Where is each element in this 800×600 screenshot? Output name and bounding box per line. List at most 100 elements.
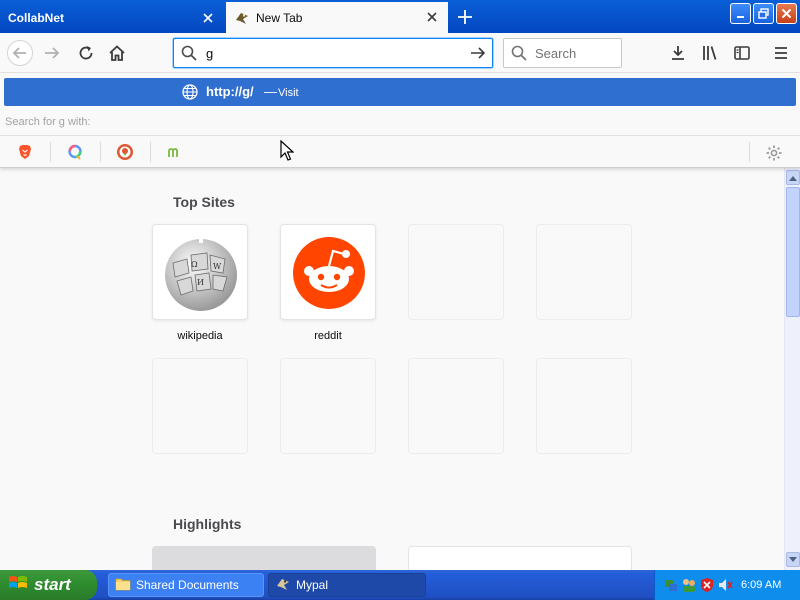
qwant-search-button[interactable] xyxy=(55,140,95,164)
home-icon xyxy=(109,45,125,61)
engine-separator xyxy=(50,142,51,162)
brave-icon xyxy=(19,145,31,159)
visit-url-row[interactable]: http://g/ — Visit xyxy=(4,78,796,106)
library-icon xyxy=(703,46,717,60)
tab-strip: CollabNet New Tab xyxy=(0,0,800,33)
volume-icon[interactable] xyxy=(717,577,733,593)
visit-separator: — xyxy=(264,84,277,99)
security-shield-icon[interactable] xyxy=(699,577,715,593)
svg-text:Ω: Ω xyxy=(191,260,198,269)
engine-separator xyxy=(100,142,101,162)
empty-top-site-slot[interactable] xyxy=(536,224,632,320)
tab-new-tab[interactable]: New Tab xyxy=(226,2,448,33)
mypal-icon xyxy=(275,576,291,595)
empty-top-site-slot[interactable] xyxy=(280,358,376,454)
engine-separator xyxy=(150,142,151,162)
forward-arrow-icon xyxy=(45,47,60,59)
menu-button[interactable] xyxy=(767,39,795,67)
task-label: Shared Documents xyxy=(136,578,239,592)
minimize-button[interactable] xyxy=(730,3,751,24)
gear-icon xyxy=(766,145,782,161)
navigation-bar xyxy=(0,33,800,73)
url-input[interactable] xyxy=(206,43,456,63)
highlight-card-placeholder xyxy=(408,546,632,570)
url-bar[interactable] xyxy=(173,38,493,68)
search-icon xyxy=(511,45,527,64)
one-off-search-engines xyxy=(0,135,800,167)
brave-search-button[interactable] xyxy=(5,140,45,164)
sidebar-button[interactable] xyxy=(728,39,756,67)
close-tab-icon[interactable] xyxy=(424,9,440,25)
close-window-button[interactable] xyxy=(776,3,797,24)
scroll-down-button[interactable] xyxy=(786,552,800,567)
top-site-reddit[interactable] xyxy=(280,224,376,320)
windows-logo-icon xyxy=(8,574,28,597)
empty-top-site-slot[interactable] xyxy=(536,358,632,454)
wikipedia-globe-icon: Ω W И xyxy=(165,237,237,311)
plus-icon xyxy=(458,10,472,24)
library-button[interactable] xyxy=(696,39,724,67)
new-tab-button[interactable] xyxy=(452,4,478,30)
go-arrow-button[interactable] xyxy=(468,43,488,63)
forward-button[interactable] xyxy=(38,39,66,67)
taskbar-button-shared-documents[interactable]: Shared Documents xyxy=(108,573,264,597)
scroll-thumb[interactable] xyxy=(786,187,800,317)
scroll-up-arrow-icon xyxy=(789,175,797,181)
folder-icon xyxy=(115,577,131,594)
highlights-heading: Highlights xyxy=(173,516,242,532)
url-autocomplete-popup: http://g/ — Visit Search for g with: xyxy=(0,74,800,168)
downloads-button[interactable] xyxy=(664,39,692,67)
svg-text:W: W xyxy=(213,262,222,271)
top-sites-heading: Top Sites xyxy=(173,194,235,210)
top-site-wikipedia[interactable]: Ω W И xyxy=(152,224,248,320)
empty-top-site-slot[interactable] xyxy=(408,224,504,320)
new-tab-page: Top Sites Ω W И wikipedia reddit Highlig… xyxy=(0,168,784,570)
restore-button[interactable] xyxy=(753,3,774,24)
system-tray: 6:09 AM xyxy=(654,570,800,600)
engine-separator xyxy=(749,142,750,162)
mojeek-search-button[interactable] xyxy=(155,140,195,164)
scroll-down-arrow-icon xyxy=(789,556,797,562)
windows-taskbar: start Shared Documents Mypal 6:09 AM xyxy=(0,570,800,600)
empty-top-site-slot[interactable] xyxy=(408,358,504,454)
duckduckgo-icon xyxy=(117,144,133,160)
download-icon xyxy=(672,46,684,60)
tab-title: CollabNet xyxy=(8,11,65,25)
mojeek-icon xyxy=(168,148,178,157)
start-label: start xyxy=(34,575,71,594)
tab-collabnet[interactable]: CollabNet xyxy=(0,3,224,33)
back-arrow-icon xyxy=(7,40,33,66)
back-button[interactable] xyxy=(6,39,34,67)
go-arrow-icon xyxy=(471,47,486,59)
scroll-up-button[interactable] xyxy=(786,170,800,185)
window-controls xyxy=(730,3,797,24)
vertical-scrollbar[interactable] xyxy=(784,168,800,570)
mouse-cursor-icon xyxy=(280,140,294,161)
search-with-label: Search for g with: xyxy=(5,116,91,128)
sidebar-icon xyxy=(734,46,750,60)
top-site-label: wikipedia xyxy=(177,330,223,342)
start-button[interactable]: start xyxy=(0,570,97,600)
network-icon[interactable] xyxy=(663,577,679,593)
top-site-label: reddit xyxy=(314,330,342,342)
search-settings-button[interactable] xyxy=(762,142,786,164)
highlight-card-placeholder xyxy=(152,546,376,570)
visit-action-text: Visit xyxy=(278,87,299,99)
duckduckgo-search-button[interactable] xyxy=(105,140,145,164)
empty-top-site-slot[interactable] xyxy=(152,358,248,454)
reload-button[interactable] xyxy=(72,39,100,67)
tab-title: New Tab xyxy=(256,10,303,25)
hamburger-menu-icon xyxy=(775,47,787,59)
clock[interactable]: 6:09 AM xyxy=(741,579,781,591)
visit-url-text: http://g/ xyxy=(206,84,254,99)
mypal-favicon-icon xyxy=(234,10,250,26)
search-bar[interactable] xyxy=(503,38,622,68)
people-icon[interactable] xyxy=(681,577,697,593)
taskbar-button-mypal[interactable]: Mypal xyxy=(268,573,426,597)
close-tab-icon[interactable] xyxy=(200,10,216,26)
reddit-alien-icon xyxy=(293,237,365,309)
home-button[interactable] xyxy=(103,39,131,67)
task-label: Mypal xyxy=(296,578,329,592)
reload-icon xyxy=(79,46,93,60)
search-input[interactable] xyxy=(535,44,619,62)
